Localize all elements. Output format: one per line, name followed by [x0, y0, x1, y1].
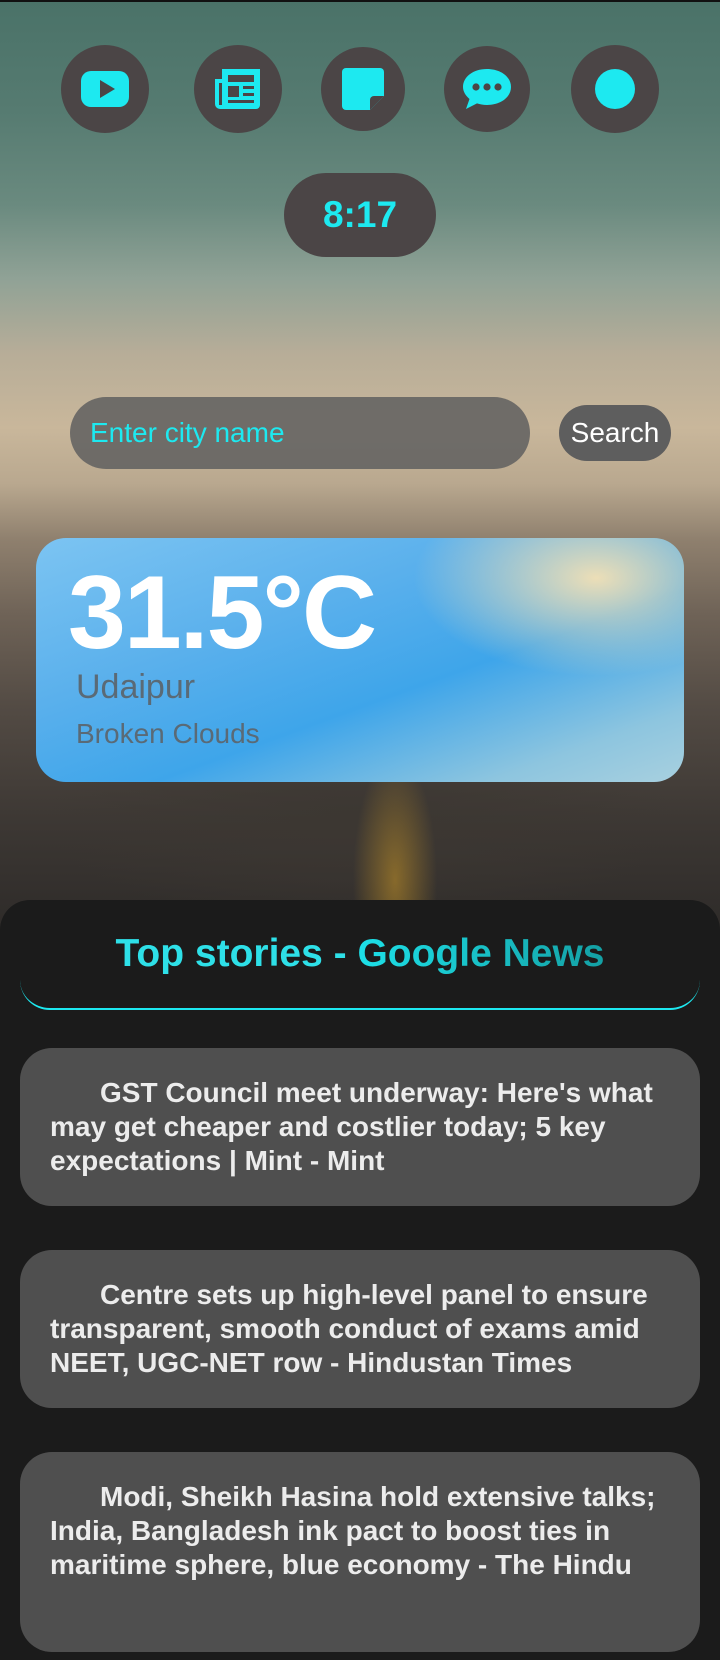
news-item[interactable]: Modi, Sheikh Hasina hold extensive talks… — [20, 1452, 700, 1652]
top-edge — [0, 0, 720, 2]
city-search-input[interactable] — [70, 397, 530, 469]
newspaper-icon — [215, 69, 260, 109]
circle-button[interactable] — [571, 45, 659, 133]
news-item[interactable]: GST Council meet underway: Here's what m… — [20, 1048, 700, 1206]
chat-button[interactable] — [444, 46, 530, 132]
weather-card: 31.5°C Udaipur Broken Clouds — [36, 538, 684, 782]
clock-display: 8:17 — [284, 173, 436, 257]
chat-icon — [463, 69, 511, 109]
news-item[interactable]: Centre sets up high-level panel to ensur… — [20, 1250, 700, 1408]
notes-button[interactable] — [321, 47, 405, 131]
circle-icon — [595, 69, 635, 109]
youtube-icon — [81, 71, 129, 107]
city-name: Udaipur — [76, 668, 196, 706]
temperature: 31.5°C — [68, 555, 377, 671]
youtube-button[interactable] — [61, 45, 149, 133]
news-title-prefix: Top stories - — [115, 932, 358, 975]
weather-condition: Broken Clouds — [76, 718, 260, 749]
news-panel: Top stories - Google News GST Council me… — [0, 900, 720, 1660]
sticky-note-icon — [342, 68, 384, 110]
news-button[interactable] — [194, 45, 282, 133]
news-header: Top stories - Google News — [20, 900, 700, 1010]
search-button[interactable]: Search — [559, 405, 671, 461]
news-title-source: Google News — [357, 932, 605, 975]
